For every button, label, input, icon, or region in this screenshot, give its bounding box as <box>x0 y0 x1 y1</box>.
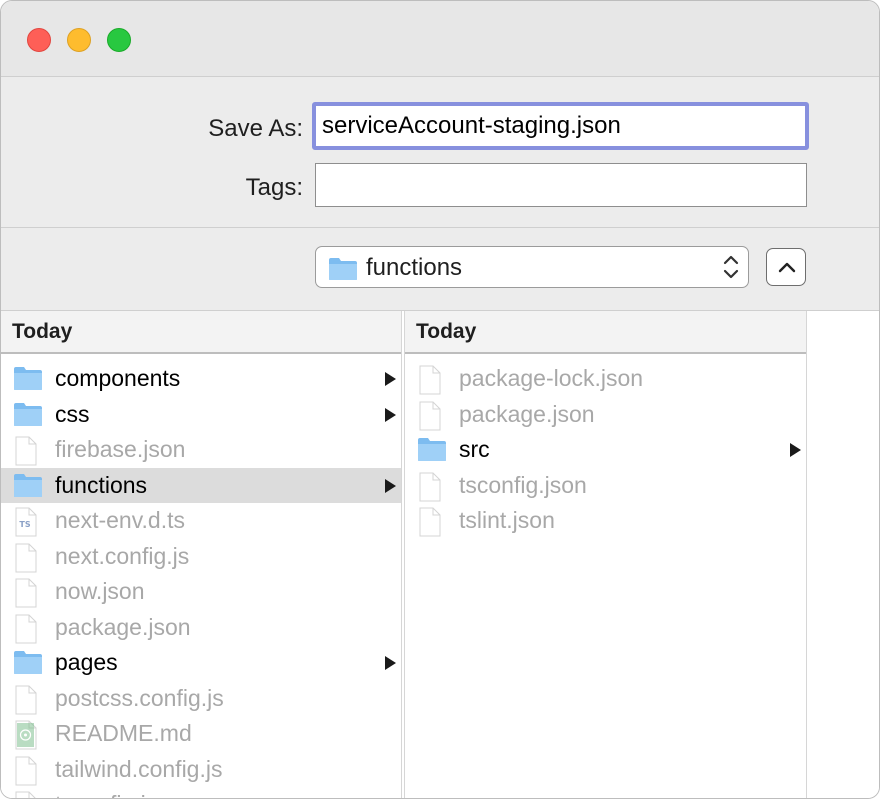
location-popup[interactable]: functions <box>315 246 749 288</box>
zoom-window-button[interactable] <box>107 28 131 52</box>
item-name: next-env.d.ts <box>55 507 185 533</box>
document-icon <box>15 614 37 643</box>
folder-icon <box>14 402 42 426</box>
folder-icon <box>14 473 42 497</box>
document-icon <box>419 472 441 501</box>
item-name: postcss.config.js <box>55 684 224 711</box>
document-icon <box>15 685 37 714</box>
file-row[interactable]: now.json <box>1 574 401 610</box>
document-icon <box>15 543 37 572</box>
item-name: pages <box>55 649 118 675</box>
column-1: Today components css firebase.json function… <box>1 311 402 798</box>
item-name: package-lock.json <box>459 365 644 391</box>
file-row[interactable]: TS next-env.d.ts <box>1 503 401 539</box>
folder-row[interactable]: src <box>405 432 806 468</box>
file-row[interactable]: next.config.js <box>1 539 401 575</box>
close-window-button[interactable] <box>27 28 51 52</box>
typescript-file-icon: TS <box>15 507 37 537</box>
file-row[interactable]: postcss.config.js <box>1 681 401 717</box>
save-as-label: Save As: <box>208 115 303 142</box>
chevron-right-icon <box>385 656 396 670</box>
file-row[interactable]: README.md <box>1 716 401 752</box>
chevron-right-icon <box>385 372 396 386</box>
folder-icon <box>418 438 446 461</box>
item-name: src <box>459 436 490 462</box>
item-name: package.json <box>459 400 595 427</box>
document-icon <box>419 507 441 537</box>
item-name: components <box>55 365 181 391</box>
column-2-list: package-lock.json package.json src tsconfig… <box>405 354 806 539</box>
markdown-file-icon <box>15 720 37 750</box>
document-icon <box>15 756 37 785</box>
column-2-header: Today <box>405 311 806 354</box>
folder-row[interactable]: functions <box>1 467 401 503</box>
folder-row[interactable]: css <box>1 397 401 433</box>
column-browser: Today components css firebase.json function… <box>1 311 879 798</box>
up-down-chevron-icon <box>723 255 739 279</box>
column-1-list: components css firebase.json functions TS nex… <box>1 354 401 798</box>
chevron-right-icon <box>385 478 396 493</box>
item-name: functions <box>55 471 148 498</box>
chevron-right-icon <box>790 443 801 457</box>
folder-icon <box>14 651 42 674</box>
item-name: package.json <box>55 613 191 640</box>
item-name: tslint.json <box>459 507 555 533</box>
document-icon <box>15 436 37 466</box>
expand-toggle-button[interactable] <box>766 248 806 286</box>
item-name: README.md <box>55 720 192 746</box>
item-name: tailwind.config.js <box>55 755 223 782</box>
file-row[interactable]: tsconfig.json <box>1 787 401 798</box>
svg-text:TS: TS <box>19 520 30 529</box>
file-row[interactable]: package-lock.json <box>405 361 806 397</box>
save-as-field[interactable]: serviceAccount-staging.json <box>312 102 809 150</box>
document-icon <box>15 791 36 798</box>
folder-icon <box>329 258 357 280</box>
location-bar: functions <box>1 228 879 311</box>
file-row[interactable]: package.json <box>1 610 401 646</box>
document-icon <box>15 578 37 608</box>
document-icon <box>419 401 441 430</box>
save-form: Save As: serviceAccount-staging.json Tag… <box>1 77 879 228</box>
file-row[interactable]: tailwind.config.js <box>1 752 401 788</box>
file-row[interactable]: tsconfig.json <box>405 468 806 504</box>
file-row[interactable]: firebase.json <box>1 432 401 468</box>
minimize-window-button[interactable] <box>67 28 91 52</box>
chevron-right-icon <box>385 407 396 422</box>
item-name: firebase.json <box>55 436 186 462</box>
tags-label: Tags: <box>245 174 303 201</box>
item-name: tsconfig.json <box>55 791 183 798</box>
folder-row[interactable]: pages <box>1 645 401 681</box>
title-bar <box>1 1 879 77</box>
document-icon <box>419 365 441 395</box>
chevron-up-icon <box>778 262 796 273</box>
save-dialog: Save As: serviceAccount-staging.json Tag… <box>0 0 880 799</box>
location-popup-label: functions <box>366 254 463 281</box>
file-row[interactable]: tslint.json <box>405 503 806 539</box>
item-name: tsconfig.json <box>459 471 587 498</box>
item-name: next.config.js <box>55 542 190 569</box>
item-name: css <box>55 400 90 427</box>
tags-field[interactable] <box>315 163 807 207</box>
item-name: now.json <box>55 578 145 604</box>
file-row[interactable]: package.json <box>405 397 806 433</box>
column-1-header: Today <box>1 311 401 354</box>
folder-icon <box>14 367 42 390</box>
column-2: Today package-lock.json package.json src ts… <box>404 311 807 798</box>
folder-row[interactable]: components <box>1 361 401 397</box>
